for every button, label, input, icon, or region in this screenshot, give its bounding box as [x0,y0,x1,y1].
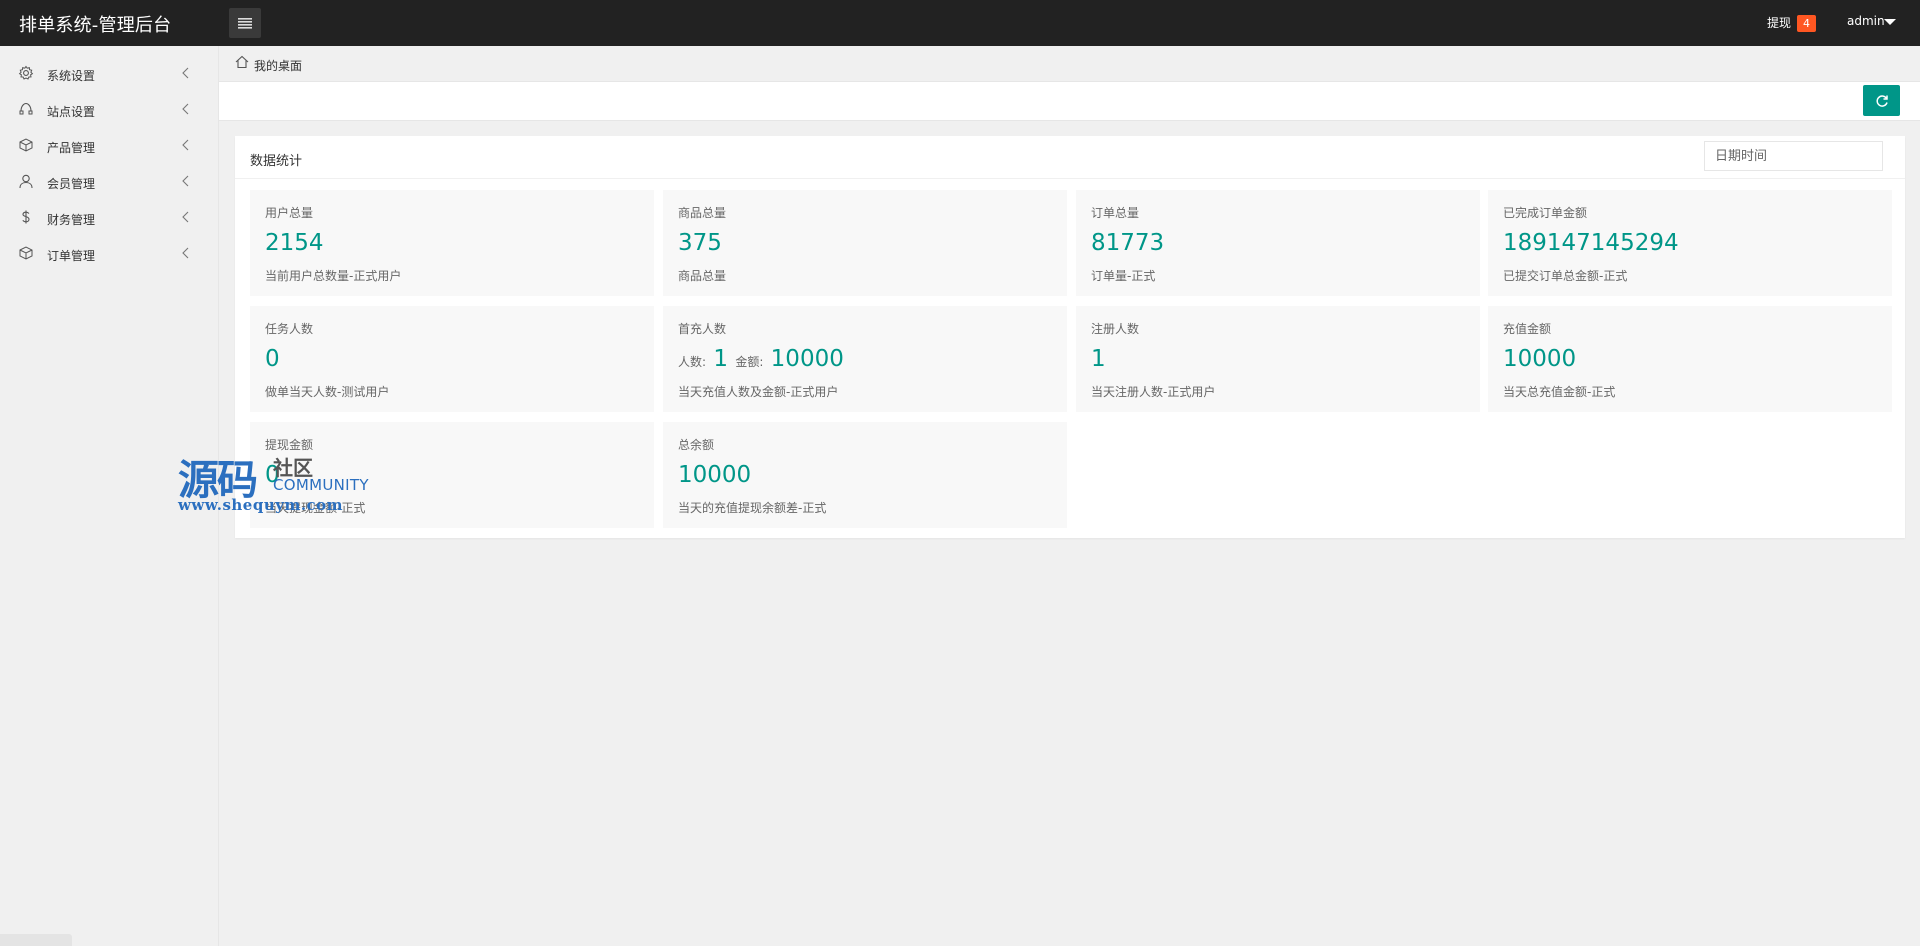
user-menu[interactable]: admin [1847,14,1885,28]
box-icon [19,138,33,152]
watermark-url-text: www.shequym.com [178,496,344,514]
watermark-community-text: COMMUNITY [273,476,369,494]
panel-divider [235,178,1905,179]
card-title: 商品总量 [678,206,727,220]
card-value: 81773 [1091,230,1165,256]
stat-card-total-users: 用户总量 2154 当前用户总数量-正式用户 [250,190,654,296]
menu-toggle-button[interactable] [229,8,261,38]
card-value: 10000 [678,462,752,488]
sidebar-item-label: 会员管理 [47,177,96,191]
stat-card-total-products: 商品总量 375 商品总量 [663,190,1067,296]
card-value-combined: 人数: 1 金额: 10000 [678,346,844,372]
card-value: 1 [1091,346,1106,372]
card-desc: 已提交订单总金额-正式 [1503,269,1628,283]
chevron-left-icon [182,139,189,151]
card-desc: 做单当天人数-测试用户 [265,385,390,399]
breadcrumb-current[interactable]: 我的桌面 [254,57,302,74]
date-time-input[interactable] [1704,141,1883,171]
dollar-icon [22,210,30,224]
card-value: 0 [265,346,280,372]
data-stats-panel: 数据统计 用户总量 2154 当前用户总数量-正式用户 商品总量 375 商品总… [235,136,1905,538]
card-desc: 当天注册人数-正式用户 [1091,385,1216,399]
panel-title: 数据统计 [250,154,303,169]
refresh-button[interactable] [1863,85,1900,116]
sidebar-item-order-management[interactable]: 订单管理 [0,235,219,271]
sidebar-item-label: 财务管理 [47,213,96,227]
chevron-left-icon [182,175,189,187]
card-value: 10000 [1503,346,1577,372]
people-value: 1 [713,346,728,372]
stat-card-completed-amount: 已完成订单金额 189147145294 已提交订单总金额-正式 [1488,190,1892,296]
chevron-left-icon [182,247,189,259]
stat-card-task-people: 任务人数 0 做单当天人数-测试用户 [250,306,654,412]
card-desc: 当天充值人数及金额-正式用户 [678,385,839,399]
card-title: 任务人数 [265,322,314,336]
withdraw-link[interactable]: 提现 [1767,14,1791,31]
card-title: 首充人数 [678,322,727,336]
stat-card-total-balance: 总余额 10000 当天的充值提现余额差-正式 [663,422,1067,528]
sidebar-item-label: 系统设置 [47,69,96,83]
toolbar [219,81,1920,121]
card-desc: 商品总量 [678,269,727,283]
site-icon [19,102,33,115]
sidebar-item-label: 订单管理 [47,249,96,263]
sidebar-collapse-tab[interactable] [0,934,72,946]
stat-card-first-recharge: 首充人数 人数: 1 金额: 10000 当天充值人数及金额-正式用户 [663,306,1067,412]
card-title: 已完成订单金额 [1503,206,1588,220]
app-title: 排单系统-管理后台 [19,15,172,36]
card-desc: 当天的充值提现余额差-正式 [678,501,827,515]
card-title: 充值金额 [1503,322,1552,336]
home-icon[interactable] [235,55,249,69]
chevron-left-icon [182,103,189,115]
user-icon [19,174,33,189]
sidebar-item-site-settings[interactable]: 站点设置 [0,91,219,127]
card-desc: 订单量-正式 [1091,269,1156,283]
sidebar-item-product-management[interactable]: 产品管理 [0,127,219,163]
watermark-logo: 源码 社区 COMMUNITY www.shequym.com [178,446,378,516]
sidebar-item-label: 站点设置 [47,105,96,119]
sidebar-item-label: 产品管理 [47,141,96,155]
box-icon [19,246,33,260]
breadcrumb: 我的桌面 [219,46,1920,81]
stat-card-total-orders: 订单总量 81773 订单量-正式 [1076,190,1480,296]
sidebar-item-system-settings[interactable]: 系统设置 [0,55,219,91]
card-title: 用户总量 [265,206,314,220]
card-title: 总余额 [678,438,715,452]
card-value: 2154 [265,230,324,256]
chevron-left-icon [182,67,189,79]
caret-down-icon[interactable] [1884,19,1896,25]
withdraw-count-badge: 4 [1797,15,1816,32]
card-desc: 当前用户总数量-正式用户 [265,269,402,283]
stat-card-recharge-amount: 充值金额 10000 当天总充值金额-正式 [1488,306,1892,412]
amount-value: 10000 [770,346,844,372]
card-title: 注册人数 [1091,322,1140,336]
hamburger-icon [238,17,252,29]
chevron-left-icon [182,211,189,223]
card-value: 189147145294 [1503,230,1679,256]
amount-label: 金额: [735,355,764,369]
gear-icon [18,65,34,80]
sidebar-item-finance-management[interactable]: 财务管理 [0,199,219,235]
card-title: 订单总量 [1091,206,1140,220]
refresh-icon [1875,94,1888,107]
people-label: 人数: [678,355,707,369]
sidebar-item-member-management[interactable]: 会员管理 [0,163,219,199]
card-value: 375 [678,230,722,256]
card-desc: 当天总充值金额-正式 [1503,385,1616,399]
stat-card-registrations: 注册人数 1 当天注册人数-正式用户 [1076,306,1480,412]
top-header: 排单系统-管理后台 提现 4 admin [0,0,1920,46]
